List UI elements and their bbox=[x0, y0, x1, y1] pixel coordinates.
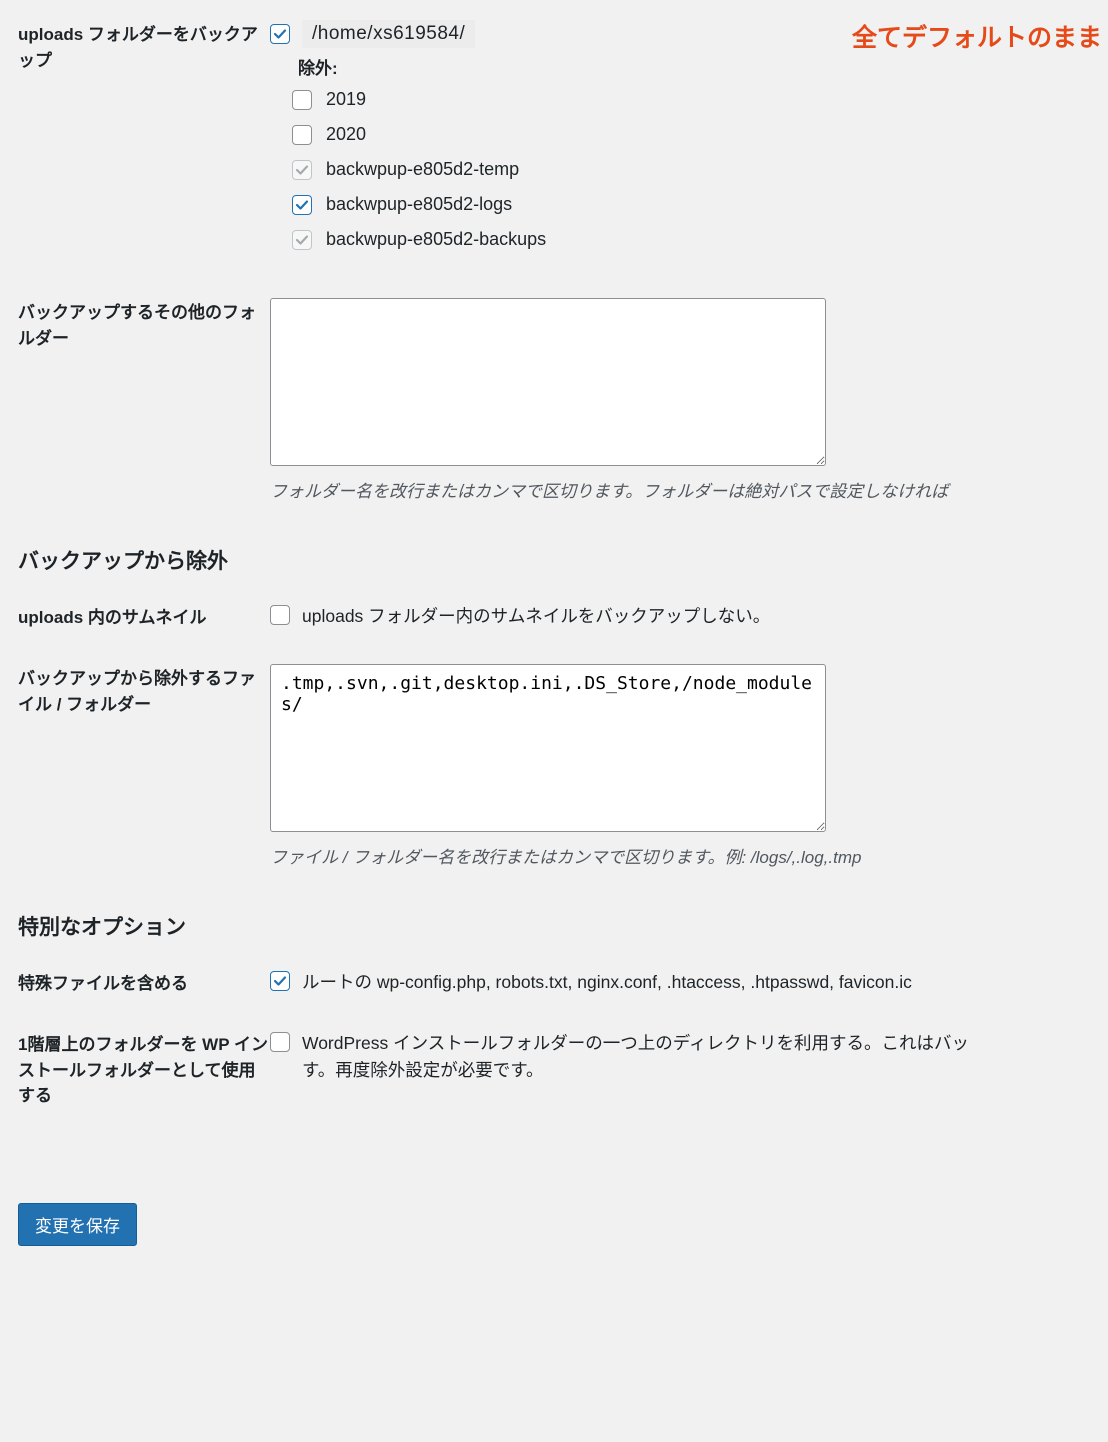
uploads-folder-field: /home/xs619584/ 全てデフォルトのまま 除外: 20192020b… bbox=[270, 20, 1090, 264]
exclude-files-label: バックアップから除外するファイル / フォルダー bbox=[18, 664, 270, 717]
special-files-label: 特殊ファイルを含める bbox=[18, 969, 270, 997]
special-files-checkbox[interactable] bbox=[270, 971, 290, 991]
special-section-heading: 特別なオプション bbox=[18, 911, 1090, 941]
uploads-exclude-checkbox[interactable] bbox=[292, 125, 312, 145]
save-button[interactable]: 変更を保存 bbox=[18, 1203, 137, 1246]
extra-folders-row: バックアップするその他のフォルダー フォルダー名を改行またはカンマで区切ります。… bbox=[18, 298, 1090, 505]
annotation-default: 全てデフォルトのまま bbox=[852, 18, 1102, 54]
uploads-exclude-item-label: 2019 bbox=[326, 89, 366, 110]
exclude-files-row: バックアップから除外するファイル / フォルダー ファイル / フォルダー名を改… bbox=[18, 664, 1090, 871]
uploads-exclude-item-label: backwpup-e805d2-logs bbox=[326, 194, 512, 215]
uploads-folder-label: uploads フォルダーをバックアップ bbox=[18, 20, 270, 73]
uploads-exclude-checkbox bbox=[292, 160, 312, 180]
uploads-exclude-checkbox[interactable] bbox=[292, 90, 312, 110]
uploads-exclude-item: 2020 bbox=[292, 124, 1090, 145]
uploads-folder-path: /home/xs619584/ bbox=[302, 20, 475, 48]
uploads-exclude-list: 2019 2020 backwpup-e805d2-temp backwpup-e80… bbox=[292, 89, 1090, 250]
extra-folders-help: フォルダー名を改行またはカンマで区切ります。フォルダーは絶対パスで設定しなければ bbox=[270, 479, 1090, 505]
thumbnails-row: uploads 内のサムネイル uploads フォルダー内のサムネイルをバック… bbox=[18, 603, 1090, 631]
exclude-files-help: ファイル / フォルダー名を改行またはカンマで区切ります。例: /logs/,.… bbox=[270, 845, 1090, 871]
thumbnails-label: uploads 内のサムネイル bbox=[18, 603, 270, 631]
uploads-exclude-checkbox[interactable] bbox=[292, 195, 312, 215]
special-files-text: ルートの wp-config.php, robots.txt, nginx.co… bbox=[302, 969, 912, 996]
one-up-label: 1階層上のフォルダーを WP インストールフォルダーとして使用する bbox=[18, 1030, 270, 1109]
uploads-exclude-item-label: backwpup-e805d2-backups bbox=[326, 229, 546, 250]
uploads-exclude-item-label: 2020 bbox=[326, 124, 366, 145]
uploads-exclude-item-label: backwpup-e805d2-temp bbox=[326, 159, 519, 180]
uploads-exclude-item: backwpup-e805d2-backups bbox=[292, 229, 1090, 250]
exclude-files-textarea[interactable] bbox=[270, 664, 826, 832]
uploads-folder-checkbox[interactable] bbox=[270, 24, 290, 44]
one-up-row: 1階層上のフォルダーを WP インストールフォルダーとして使用する WordPr… bbox=[18, 1030, 1090, 1109]
thumbnails-checkbox[interactable] bbox=[270, 605, 290, 625]
thumbnails-text: uploads フォルダー内のサムネイルをバックアップしない。 bbox=[302, 603, 770, 630]
extra-folders-textarea[interactable] bbox=[270, 298, 826, 466]
uploads-exclude-checkbox bbox=[292, 230, 312, 250]
uploads-exclude-item: backwpup-e805d2-temp bbox=[292, 159, 1090, 180]
extra-folders-label: バックアップするその他のフォルダー bbox=[18, 298, 270, 351]
backup-settings-form: uploads フォルダーをバックアップ /home/xs619584/ 全てデ… bbox=[0, 0, 1108, 1286]
one-up-checkbox[interactable] bbox=[270, 1032, 290, 1052]
exclude-section-heading: バックアップから除外 bbox=[18, 545, 1090, 575]
uploads-exclude-label: 除外: bbox=[298, 54, 1090, 79]
one-up-text: WordPress インストールフォルダーの一つ上のディレクトリを利用する。これ… bbox=[302, 1030, 969, 1084]
special-files-row: 特殊ファイルを含める ルートの wp-config.php, robots.tx… bbox=[18, 969, 1090, 997]
uploads-folder-row: uploads フォルダーをバックアップ /home/xs619584/ 全てデ… bbox=[18, 20, 1090, 264]
uploads-exclude-item: backwpup-e805d2-logs bbox=[292, 194, 1090, 215]
uploads-exclude-item: 2019 bbox=[292, 89, 1090, 110]
